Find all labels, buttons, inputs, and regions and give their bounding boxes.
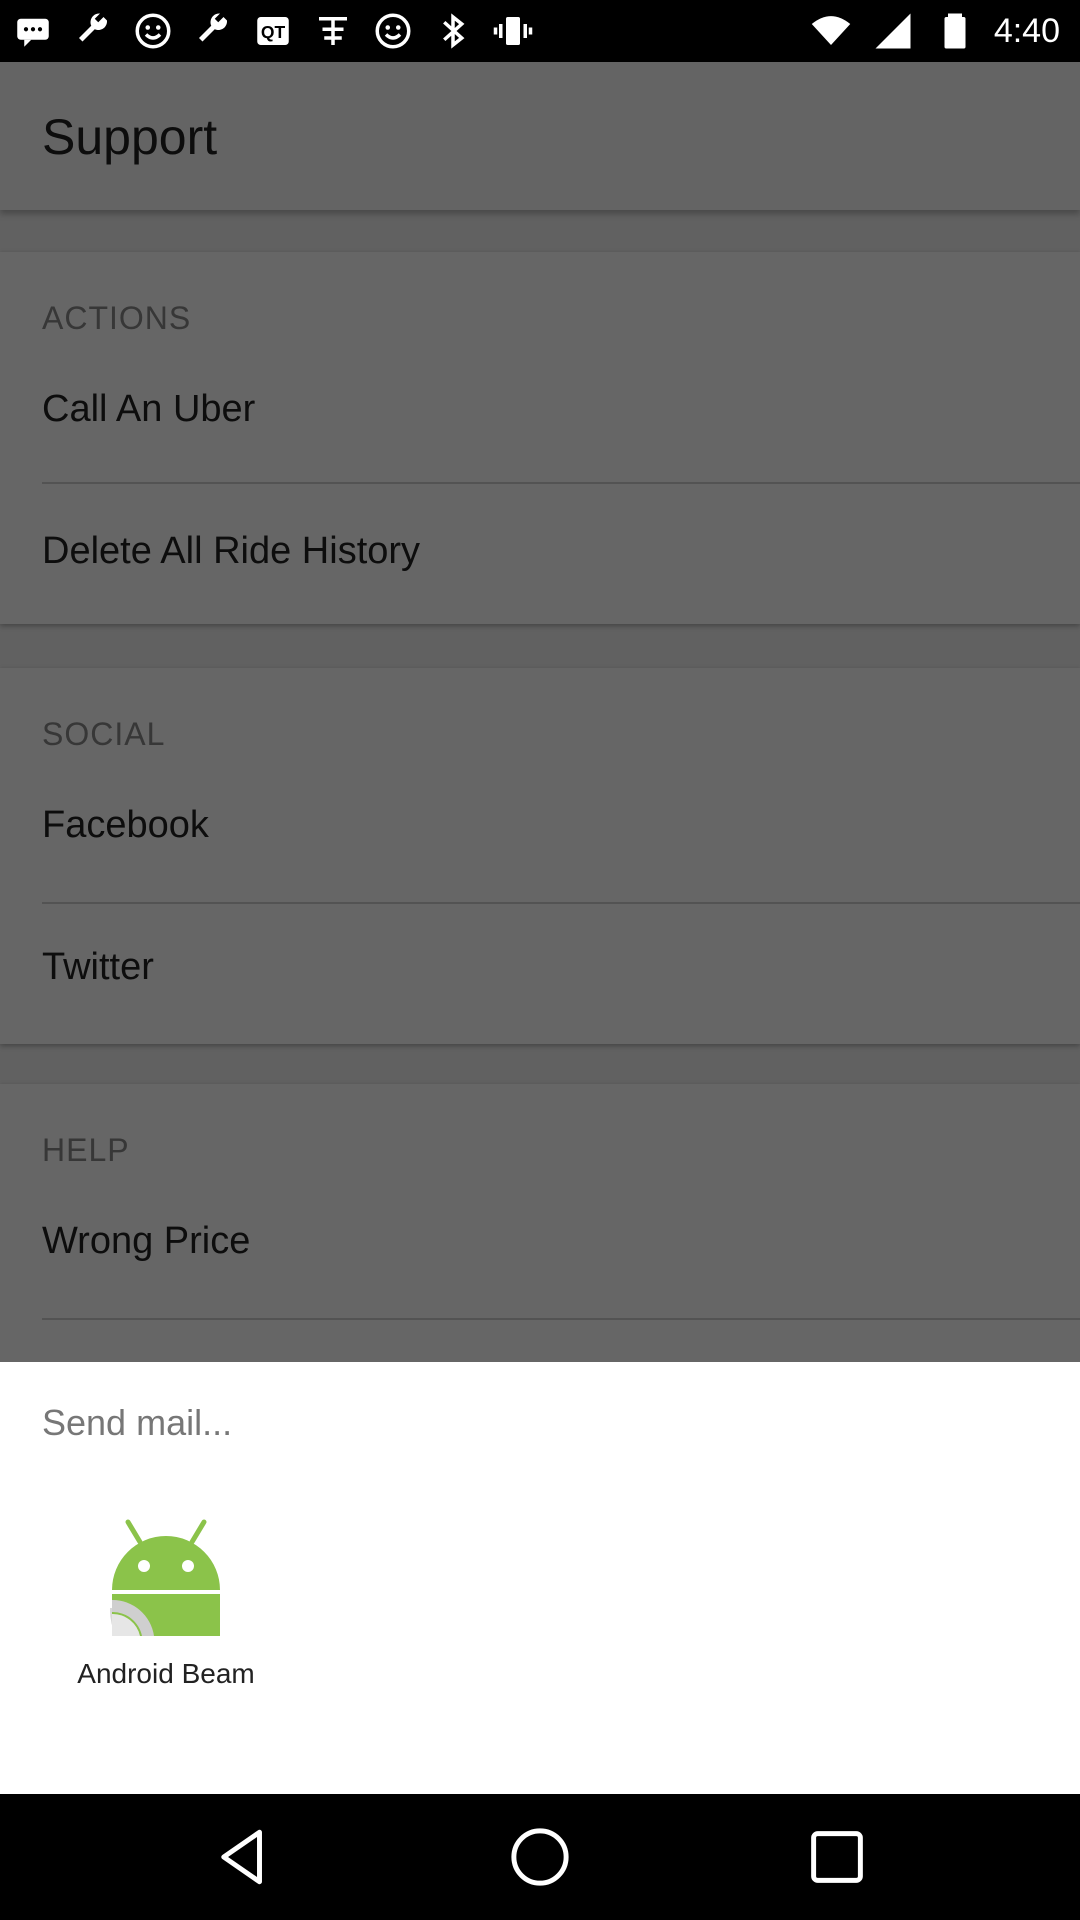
share-target-label: Android Beam [77, 1658, 255, 1689]
share-target-android-beam[interactable]: Android Beam [50, 1518, 282, 1758]
android-beam-icon [106, 1518, 226, 1638]
actions-card: ACTIONS Call An Uber Delete All Ride His… [0, 252, 1080, 624]
smiley-icon [130, 8, 176, 54]
signal-icon [870, 8, 916, 54]
social-card: SOCIAL Facebook Twitter [0, 668, 1080, 1044]
recents-icon[interactable] [804, 1824, 870, 1890]
list-item-call-an-uber[interactable]: Call An Uber [42, 388, 255, 431]
status-bar: QT 4:40 [0, 0, 1080, 62]
section-header-social: SOCIAL [42, 716, 166, 752]
battery-icon [932, 8, 978, 54]
share-sheet: Send mail... Android Beam [0, 1362, 1080, 1794]
wrench-icon [190, 8, 236, 54]
support-screen: Support ACTIONS Call An Uber Delete All … [0, 62, 1080, 1362]
section-header-actions: ACTIONS [42, 300, 192, 336]
list-item-delete-ride-history[interactable]: Delete All Ride History [42, 530, 420, 573]
divider [42, 1318, 1080, 1320]
qq-icon: QT [250, 8, 296, 54]
navigation-bar [0, 1794, 1080, 1920]
page-title: Support [42, 109, 218, 165]
clock: 4:40 [993, 11, 1060, 50]
system-status: 4:40 [808, 8, 1060, 54]
smiley-icon [370, 8, 416, 54]
list-item-facebook[interactable]: Facebook [42, 804, 209, 847]
list-item-twitter[interactable]: Twitter [42, 946, 154, 989]
font-icon [310, 8, 356, 54]
back-icon[interactable] [210, 1824, 276, 1890]
list-item-wrong-price[interactable]: Wrong Price [42, 1220, 250, 1263]
wifi-icon [808, 8, 854, 54]
share-sheet-title: Send mail... [42, 1402, 233, 1443]
messages-icon [10, 8, 56, 54]
notification-icons: QT [10, 8, 536, 54]
help-card: HELP Wrong Price [0, 1084, 1080, 1362]
vibrate-icon [490, 8, 536, 54]
bluetooth-icon [430, 8, 476, 54]
section-header-help: HELP [42, 1132, 130, 1168]
app-bar: Support [0, 62, 1080, 210]
wrench-icon [70, 8, 116, 54]
divider [42, 902, 1080, 904]
svg-text:QT: QT [261, 22, 286, 42]
home-icon[interactable] [507, 1824, 573, 1890]
divider [42, 482, 1080, 484]
